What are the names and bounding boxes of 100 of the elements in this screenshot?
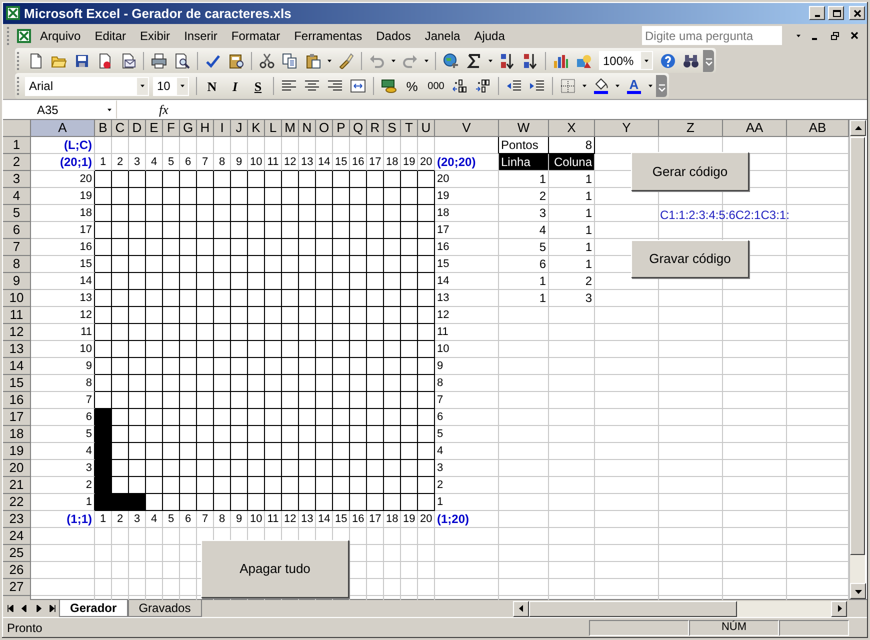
- row-header[interactable]: 15: [3, 375, 31, 392]
- scrollbar-thumb[interactable]: [850, 137, 865, 556]
- scroll-up-button[interactable]: [850, 120, 866, 136]
- help-search-field[interactable]: Digite uma pergunta: [642, 26, 782, 46]
- column-header[interactable]: I: [214, 120, 231, 138]
- column-header[interactable]: F: [163, 120, 180, 138]
- column-header[interactable]: Z: [659, 120, 723, 138]
- row-header[interactable]: 21: [3, 477, 31, 494]
- scroll-left-button[interactable]: [513, 600, 529, 617]
- column-header[interactable]: O: [316, 120, 333, 138]
- column-header[interactable]: C: [112, 120, 129, 138]
- column-header[interactable]: X: [549, 120, 595, 138]
- column-header[interactable]: W: [499, 120, 549, 138]
- column-header[interactable]: N: [299, 120, 316, 138]
- row-header[interactable]: 24: [3, 528, 31, 546]
- row-header[interactable]: 6: [3, 222, 31, 240]
- menu-item[interactable]: Dados: [370, 26, 417, 46]
- bold-button[interactable]: N: [201, 75, 223, 98]
- column-header[interactable]: A: [31, 120, 95, 138]
- column-header[interactable]: E: [146, 120, 163, 138]
- row-header[interactable]: 23: [3, 511, 31, 528]
- menu-item[interactable]: Exibir: [134, 26, 176, 46]
- row-header[interactable]: 17: [3, 409, 31, 426]
- menu-item[interactable]: Arquivo: [34, 26, 87, 46]
- row-header[interactable]: 11: [3, 307, 31, 324]
- font-size-field[interactable]: 10: [153, 76, 189, 96]
- underline-button[interactable]: S: [247, 75, 269, 98]
- menu-item[interactable]: Ferramentas: [288, 26, 368, 46]
- column-header[interactable]: K: [248, 120, 265, 138]
- column-header[interactable]: G: [180, 120, 197, 138]
- column-header[interactable]: AB: [787, 120, 849, 138]
- sum-icon: [466, 52, 482, 68]
- row-header[interactable]: 10: [3, 290, 31, 308]
- percent-button[interactable]: %: [401, 75, 423, 98]
- column-header[interactable]: H: [197, 120, 214, 138]
- scrollbar-thumb[interactable]: [529, 600, 737, 617]
- font-field[interactable]: Arial: [25, 76, 149, 96]
- row-header[interactable]: 25: [3, 545, 31, 562]
- toolbar-grip[interactable]: [17, 52, 20, 70]
- column-header[interactable]: U: [418, 120, 435, 138]
- toolbar-options-button[interactable]: [656, 75, 667, 98]
- column-header[interactable]: L: [265, 120, 282, 138]
- insert-function-button[interactable]: fx: [157, 100, 174, 120]
- italic-button[interactable]: I: [224, 75, 246, 98]
- row-header[interactable]: 20: [3, 460, 31, 478]
- column-header[interactable]: J: [231, 120, 248, 138]
- column-header[interactable]: M: [282, 120, 299, 138]
- menu-item[interactable]: Ajuda: [468, 26, 511, 46]
- column-header[interactable]: B: [95, 120, 112, 138]
- thousands-button[interactable]: 000: [424, 75, 448, 98]
- sheet-tab[interactable]: Gerador: [59, 600, 128, 618]
- column-header[interactable]: P: [333, 120, 350, 138]
- menu-item[interactable]: Editar: [88, 26, 132, 46]
- column-header[interactable]: D: [129, 120, 146, 138]
- row-header[interactable]: 14: [3, 358, 31, 376]
- row-header[interactable]: 22: [3, 494, 31, 512]
- column-header[interactable]: S: [384, 120, 401, 138]
- row-header[interactable]: 4: [3, 188, 31, 206]
- row-header[interactable]: 2: [3, 154, 31, 172]
- toolbar-grip[interactable]: [7, 26, 10, 45]
- maximize-button[interactable]: [828, 6, 844, 20]
- column-number: 8: [214, 511, 231, 528]
- column-header[interactable]: V: [435, 120, 499, 138]
- minimize-button[interactable]: [809, 6, 825, 20]
- column-header[interactable]: R: [367, 120, 384, 138]
- toolbar-grip[interactable]: [17, 77, 20, 96]
- scroll-down-button[interactable]: [850, 583, 866, 600]
- row-header[interactable]: 7: [3, 239, 31, 256]
- arrow-icon: [6, 605, 14, 612]
- row-header[interactable]: 26: [3, 562, 31, 580]
- macro-button[interactable]: Gravar código: [631, 240, 749, 278]
- row-header[interactable]: 13: [3, 341, 31, 358]
- row-header[interactable]: 3: [3, 171, 31, 188]
- row-header[interactable]: 16: [3, 392, 31, 410]
- row-header[interactable]: 9: [3, 273, 31, 290]
- font-color-button[interactable]: A: [623, 75, 645, 98]
- column-header[interactable]: Y: [595, 120, 659, 138]
- row-header[interactable]: 5: [3, 205, 31, 222]
- row-header[interactable]: 8: [3, 256, 31, 274]
- row-number: 6: [435, 409, 499, 426]
- borders-icon: [560, 78, 576, 94]
- menu-item[interactable]: Formatar: [225, 26, 286, 46]
- column-header[interactable]: Q: [350, 120, 367, 138]
- zoom-field[interactable]: 100%: [599, 51, 653, 70]
- currency-icon: [381, 78, 397, 94]
- row-header[interactable]: 19: [3, 443, 31, 460]
- sheet-tab[interactable]: Gravados: [128, 600, 202, 618]
- close-button[interactable]: [849, 6, 865, 20]
- row-header[interactable]: 27: [3, 579, 31, 596]
- row-header[interactable]: 18: [3, 426, 31, 444]
- coordinate-label: (1;20): [435, 511, 499, 528]
- column-header[interactable]: AA: [723, 120, 787, 138]
- column-header[interactable]: T: [401, 120, 418, 138]
- macro-button[interactable]: Gerar código: [631, 152, 749, 192]
- row-header[interactable]: 1: [3, 137, 31, 154]
- macro-button[interactable]: Apagar tudo: [201, 540, 349, 598]
- row-header[interactable]: 12: [3, 324, 31, 342]
- menu-item[interactable]: Janela: [418, 26, 466, 46]
- menu-item[interactable]: Inserir: [178, 26, 224, 46]
- scroll-right-button[interactable]: [831, 600, 847, 617]
